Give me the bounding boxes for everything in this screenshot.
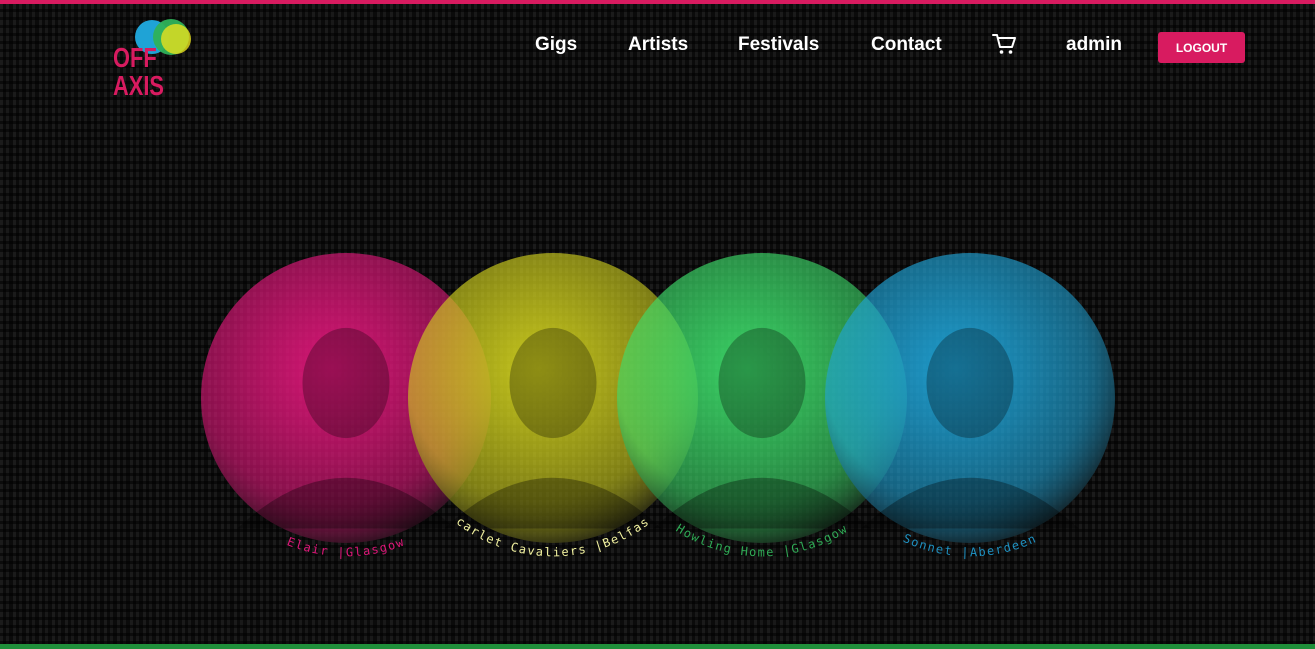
portrait-head-shape	[302, 327, 390, 439]
nav-festivals[interactable]: Festivals	[738, 34, 819, 56]
shopping-cart-icon[interactable]	[992, 32, 1018, 56]
logo-text: OFF AXIS	[113, 42, 164, 101]
top-accent-bar	[0, 0, 1315, 4]
off-axis-logo[interactable]: OFF AXIS	[113, 18, 217, 100]
nav-gigs[interactable]: Gigs	[535, 34, 577, 56]
nav-contact[interactable]: Contact	[871, 34, 942, 56]
artist-card-sonnet[interactable]: Sonnet |Aberdeen	[800, 243, 1140, 583]
logout-button[interactable]: LOGOUT	[1158, 32, 1245, 63]
portrait-head-shape	[509, 327, 597, 439]
nav-admin-user[interactable]: admin	[1066, 34, 1122, 56]
nav-artists[interactable]: Artists	[628, 34, 688, 56]
portrait-head-shape	[718, 327, 806, 439]
portrait-head-shape	[926, 327, 1014, 439]
bottom-accent-bar	[0, 644, 1315, 649]
